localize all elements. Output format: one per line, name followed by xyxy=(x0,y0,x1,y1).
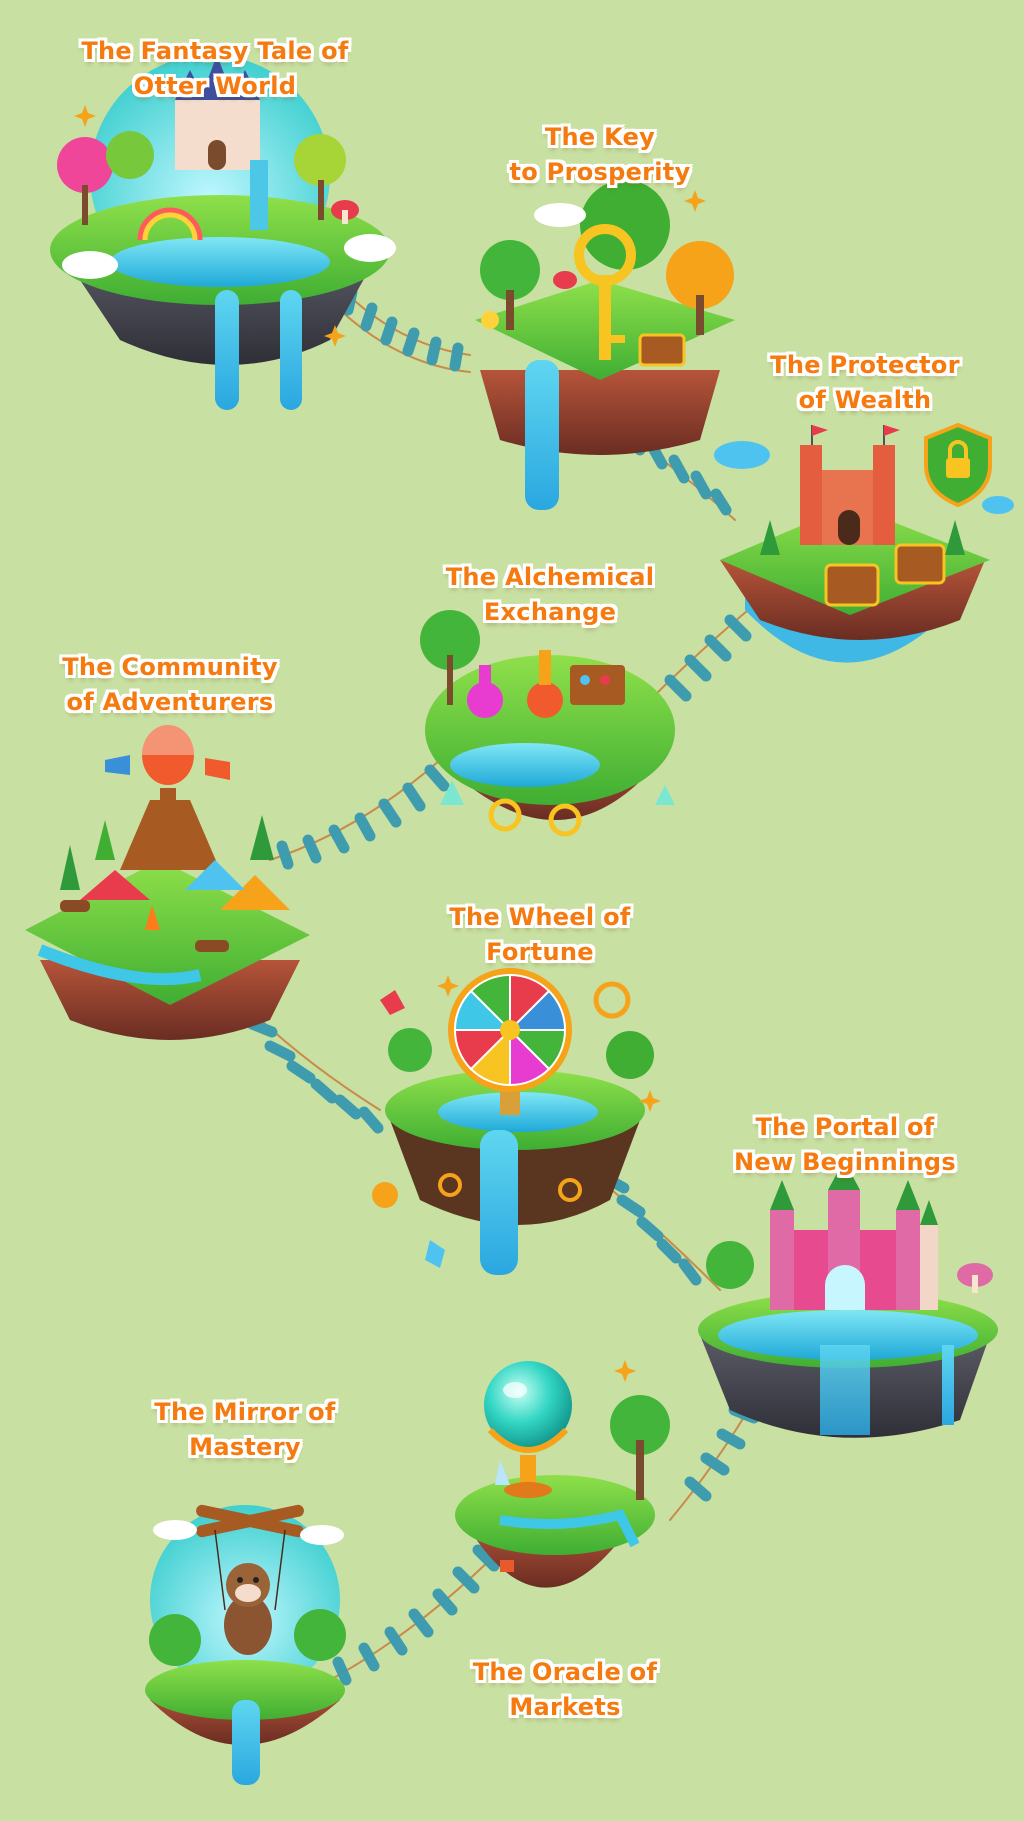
label-line-1: The Alchemical xyxy=(445,563,655,591)
label-line-2: Exchange xyxy=(483,598,617,626)
location-label-wheel-fortune[interactable]: The Wheel of Fortune xyxy=(420,900,660,970)
golden-key-island-icon[interactable] xyxy=(475,180,735,510)
campsite-island-icon[interactable] xyxy=(25,725,310,1040)
label-line-1: The Wheel of xyxy=(449,903,631,931)
label-line-1: The Mirror of xyxy=(154,1398,336,1426)
castle-island-icon[interactable] xyxy=(50,55,396,410)
label-line-2: to Prosperity xyxy=(509,158,691,186)
location-label-community-adventurers[interactable]: The Community of Adventurers xyxy=(40,650,300,720)
label-line-1: The Fantasy Tale of xyxy=(81,37,349,65)
location-label-alchemical-exchange[interactable]: The Alchemical Exchange xyxy=(420,560,680,630)
label-line-1: The Protector xyxy=(770,351,960,379)
bridge-1 xyxy=(339,286,471,373)
label-line-1: The Community xyxy=(62,653,278,681)
fortress-shield-island-icon[interactable] xyxy=(714,422,1014,663)
bridge-4 xyxy=(269,759,450,870)
location-label-mirror-mastery[interactable]: The Mirror of Mastery xyxy=(130,1395,360,1465)
location-label-oracle-markets[interactable]: The Oracle of Markets xyxy=(450,1655,680,1725)
marionette-otter-island-icon[interactable] xyxy=(145,1504,346,1785)
label-line-1: The Oracle of xyxy=(472,1658,658,1686)
label-line-1: The Portal of xyxy=(755,1113,935,1141)
potion-island-icon[interactable] xyxy=(420,610,675,837)
label-line-1: The Key xyxy=(544,123,656,151)
label-line-2: Otter World xyxy=(133,72,297,100)
location-label-key-prosperity[interactable]: The Key to Prosperity xyxy=(480,120,720,190)
portal-castle-island-icon[interactable] xyxy=(698,1160,998,1438)
fortune-wheel-island-icon[interactable] xyxy=(372,968,654,1275)
label-line-2: of Wealth xyxy=(798,386,932,414)
label-line-2: of Adventurers xyxy=(66,688,274,716)
location-label-otter-world[interactable]: The Fantasy Tale of Otter World xyxy=(65,34,365,104)
label-line-2: Markets xyxy=(509,1693,621,1721)
bridge-6 xyxy=(599,1172,721,1291)
label-line-2: Mastery xyxy=(189,1433,301,1461)
label-line-2: New Beginnings xyxy=(733,1148,957,1176)
location-label-protector-wealth[interactable]: The Protector of Wealth xyxy=(745,348,985,418)
location-label-portal-beginnings[interactable]: The Portal of New Beginnings xyxy=(715,1110,975,1180)
label-line-2: Fortune xyxy=(486,938,594,966)
crystal-ball-island-icon[interactable] xyxy=(455,1361,670,1588)
